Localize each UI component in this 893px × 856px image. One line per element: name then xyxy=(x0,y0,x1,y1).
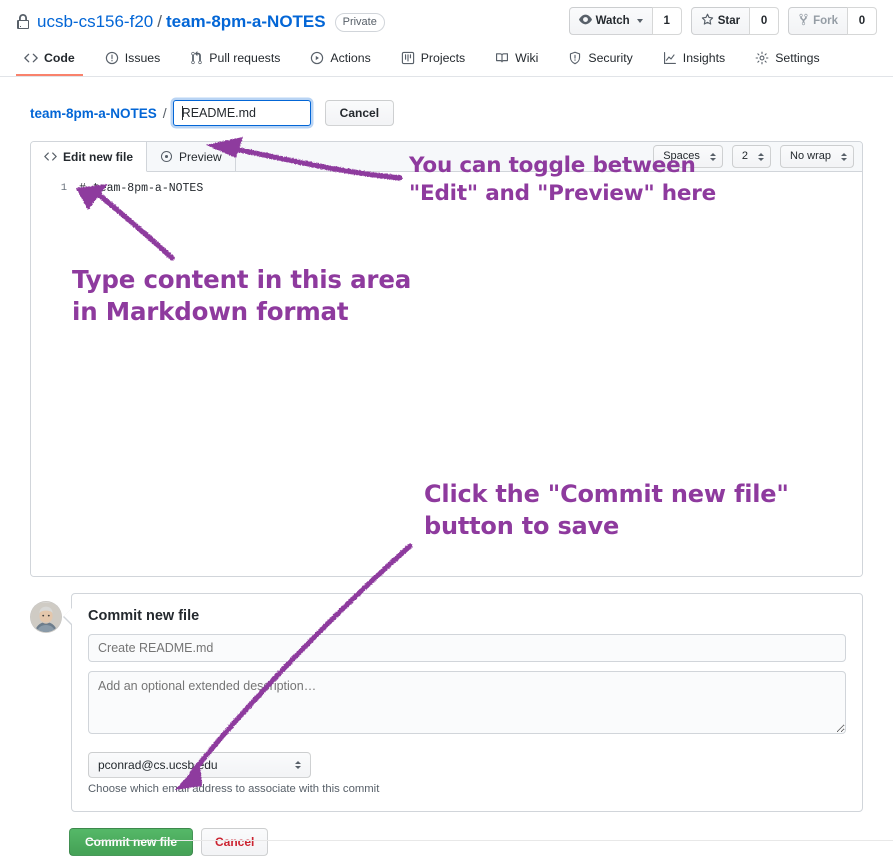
breadcrumb-repo-link[interactable]: team-8pm-a-NOTES xyxy=(30,106,157,121)
graph-icon xyxy=(663,51,677,65)
editor-toolbar: Spaces 2 No wrap xyxy=(645,142,862,171)
nav-tab-security-label: Security xyxy=(588,51,633,65)
commit-card: Commit new file pconrad@cs.ucsb.edu Choo… xyxy=(63,593,863,812)
fork-icon xyxy=(798,13,809,29)
star-icon xyxy=(701,13,714,29)
code-editor-area[interactable]: 1 # team-8pm-a-NOTES xyxy=(31,172,862,576)
new-file-page: team-8pm-a-NOTES / Cancel Edit new file … xyxy=(0,100,893,856)
avatar xyxy=(30,601,62,633)
nav-tab-projects[interactable]: Projects xyxy=(393,43,473,76)
nav-tab-issues-label: Issues xyxy=(124,51,161,65)
eye-icon xyxy=(160,150,173,163)
commit-form-title: Commit new file xyxy=(88,608,200,624)
nav-tab-wiki[interactable]: Wiki xyxy=(487,43,546,76)
repo-path-separator: / xyxy=(157,12,162,31)
line-wrap-select[interactable]: No wrap xyxy=(780,145,854,168)
commit-message-input[interactable] xyxy=(88,634,846,662)
code-line: 1 # team-8pm-a-NOTES xyxy=(31,172,862,195)
visibility-badge: Private xyxy=(334,12,385,32)
nav-tab-actions-label: Actions xyxy=(330,51,371,65)
footer-divider xyxy=(88,840,893,841)
lock-icon xyxy=(16,14,30,30)
tab-preview-label: Preview xyxy=(179,149,222,164)
nav-tab-code[interactable]: Code xyxy=(16,43,83,76)
commit-email-select[interactable]: pconrad@cs.ucsb.edu xyxy=(88,752,311,778)
nav-tab-pull-requests-label: Pull requests xyxy=(209,51,281,65)
nav-tab-insights-label: Insights xyxy=(682,51,726,65)
commit-email-value: pconrad@cs.ucsb.edu xyxy=(98,758,218,772)
breadcrumb-separator: / xyxy=(162,105,167,121)
watch-count[interactable]: 1 xyxy=(651,7,682,35)
book-icon xyxy=(495,51,509,65)
pull-request-icon xyxy=(190,51,203,65)
editor-tabbar: Edit new file Preview Spaces 2 No wrap xyxy=(31,142,862,172)
nav-tab-settings[interactable]: Settings xyxy=(747,43,827,76)
watch-button[interactable]: Watch xyxy=(568,7,652,35)
avatar-image xyxy=(31,602,61,632)
gear-icon xyxy=(755,51,769,65)
code-icon xyxy=(44,150,57,163)
nav-tab-wiki-label: Wiki xyxy=(515,51,539,65)
select-arrows-icon xyxy=(295,761,301,769)
repo-name-link[interactable]: team-8pm-a-NOTES xyxy=(166,11,326,33)
nav-tab-projects-label: Projects xyxy=(420,51,466,65)
nav-tab-issues[interactable]: Issues xyxy=(97,43,169,76)
issue-icon xyxy=(105,51,119,65)
project-icon xyxy=(401,51,415,65)
shield-icon xyxy=(568,51,582,65)
star-count[interactable]: 0 xyxy=(749,7,780,35)
repository-nav-tabs: Code Issues Pull requests Actions Projec… xyxy=(0,43,893,77)
file-path-breadcrumb: team-8pm-a-NOTES / Cancel xyxy=(30,100,877,126)
play-icon xyxy=(310,51,324,65)
commit-new-file-button[interactable]: Commit new file xyxy=(69,828,194,856)
tab-edit-new-file[interactable]: Edit new file xyxy=(31,142,148,172)
star-button[interactable]: Star xyxy=(690,7,750,35)
indent-size-value: 2 xyxy=(741,150,749,162)
nav-tab-security[interactable]: Security xyxy=(560,43,640,76)
star-button-group[interactable]: Star 0 xyxy=(690,7,780,35)
fork-count[interactable]: 0 xyxy=(847,7,877,35)
watch-button-group[interactable]: Watch 1 xyxy=(568,7,682,35)
indent-mode-select[interactable]: Spaces xyxy=(653,145,723,168)
filename-input[interactable] xyxy=(172,100,311,126)
nav-tab-pull-requests[interactable]: Pull requests xyxy=(182,43,288,76)
indent-size-select[interactable]: 2 xyxy=(731,145,772,168)
commit-actions: Commit new file Cancel xyxy=(69,828,877,856)
code-icon xyxy=(24,51,38,65)
line-wrap-value: No wrap xyxy=(790,150,831,162)
commit-email-help: Choose which email address to associate … xyxy=(88,783,380,795)
eye-icon xyxy=(578,13,592,29)
fork-button[interactable]: Fork xyxy=(788,7,847,35)
select-arrows-icon xyxy=(709,152,716,161)
fork-label: Fork xyxy=(813,15,838,27)
cancel-commit-button[interactable]: Cancel xyxy=(201,828,269,856)
line-number: 1 xyxy=(60,182,67,194)
nav-tab-actions[interactable]: Actions xyxy=(302,43,378,76)
commit-form: Commit new file pconrad@cs.ucsb.edu Choo… xyxy=(30,593,863,812)
line-content: # team-8pm-a-NOTES xyxy=(79,182,204,195)
select-arrows-icon xyxy=(758,152,765,161)
indent-mode-value: Spaces xyxy=(663,150,700,162)
tab-edit-new-file-label: Edit new file xyxy=(63,149,134,164)
editor-tabbar-spacer xyxy=(236,142,646,171)
text-cursor xyxy=(181,106,183,120)
repo-actions: Watch 1 Star 0 Fork 0 xyxy=(568,7,877,35)
commit-description-textarea[interactable] xyxy=(88,671,846,734)
nav-tab-settings-label: Settings xyxy=(775,51,820,65)
tab-preview[interactable]: Preview xyxy=(147,142,236,171)
fork-button-group[interactable]: Fork 0 xyxy=(788,7,877,35)
repository-header: ucsb-cs156-f20 / team-8pm-a-NOTES Privat… xyxy=(0,0,893,35)
repo-owner-link[interactable]: ucsb-cs156-f20 xyxy=(37,11,153,33)
nav-tab-code-label: Code xyxy=(44,51,75,65)
star-label: Star xyxy=(717,15,741,27)
watch-label: Watch xyxy=(595,15,630,27)
select-arrows-icon xyxy=(841,152,847,161)
cancel-filename-button[interactable]: Cancel xyxy=(324,100,395,126)
nav-tab-insights[interactable]: Insights xyxy=(655,43,733,76)
file-editor: Edit new file Preview Spaces 2 No wrap 1… xyxy=(30,141,863,577)
chevron-down-icon xyxy=(636,19,643,23)
filename-input-wrapper xyxy=(172,100,311,126)
